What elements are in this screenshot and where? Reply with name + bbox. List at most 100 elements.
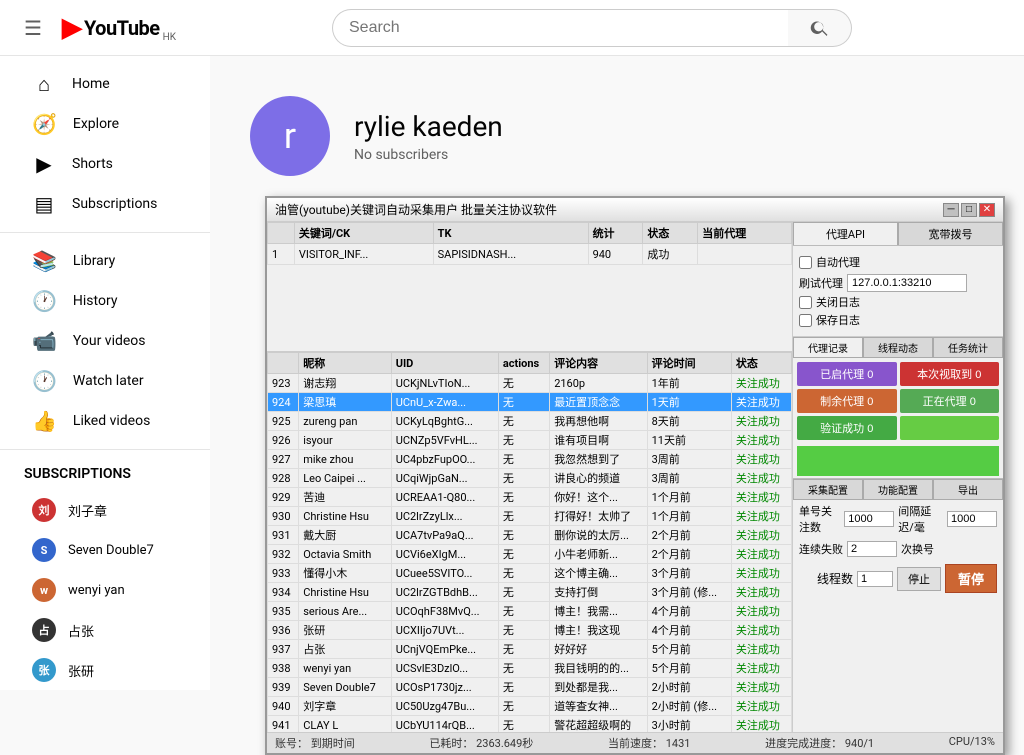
user-table-row[interactable]: 937 占张 UCnjVQEmPke... 无 好好好 5个月前 关注成功 [268,640,792,659]
user-num: 930 [268,507,299,526]
account-label: 账号： [275,737,308,750]
user-table-row[interactable]: 928 Leo Caipei ... UCqiWjpGaN... 无 讲良心的频… [268,469,792,488]
user-table-row[interactable]: 923 谢志翔 UCKjNLvTIoN... 无 2160p 1年前 关注成功 [268,374,792,393]
this-fetch-btn[interactable]: 本次视取到 0 [900,362,1000,386]
search-box [332,9,852,47]
sub-item-zhanzhang[interactable]: 占 占张 [8,610,202,650]
search-input[interactable] [332,9,788,47]
sidebar-item-shorts[interactable]: ▶ Shorts [8,144,202,184]
sidebar-item-library[interactable]: 📚 Library [8,241,202,281]
user-table-row[interactable]: 941 CLAY L UCbYU114rQB... 无 警花超超级啊的 3小时前… [268,716,792,733]
user-actions: 无 [498,431,549,450]
verify-success-btn[interactable]: 验证成功 0 [797,416,897,440]
account-field: 账号： 到期时间 [275,735,355,751]
user-status: 关注成功 [731,469,791,488]
used-proxy-btn[interactable]: 已启代理 0 [797,362,897,386]
tab-task-stats[interactable]: 任务统计 [933,337,1003,358]
kw-status: 成功 [643,244,698,265]
auto-proxy-checkbox[interactable] [799,256,812,269]
user-table-row[interactable]: 926 isyour UCNZp5VFvHL... 无 谁有项目啊 11天前 关… [268,431,792,450]
interval-input[interactable] [947,511,997,527]
user-actions: 无 [498,526,549,545]
sidebar-item-your-videos[interactable]: 📹 Your videos [8,321,202,361]
user-time: 2个月前 [647,545,731,564]
sub-item-liuzizhang[interactable]: 刘 刘子章 [8,490,202,530]
maximize-button[interactable]: □ [961,203,977,217]
user-table-row[interactable]: 931 戴大厨 UCA7tvPa9aQ... 无 删你说的太厉... 2个月前 … [268,526,792,545]
user-time: 1年前 [647,374,731,393]
search-button[interactable] [788,9,852,47]
sub-avatar-zhanzhang: 占 [32,618,56,642]
stop-proxy-btn[interactable]: 制余代理 0 [797,389,897,413]
kw-num: 1 [268,244,295,265]
tab-thread-dynamic[interactable]: 线程动态 [863,337,933,358]
close-log-checkbox[interactable] [799,296,812,309]
user-actions: 无 [498,545,549,564]
user-table-area[interactable]: 昵称 UID actions 评论内容 评论时间 状态 923 谢志翔 UCKj… [267,352,792,732]
sidebar-item-history[interactable]: 🕐 History [8,281,202,321]
user-status: 关注成功 [731,678,791,697]
yt-logo-icon: ▶ [62,13,82,43]
kw-table-row[interactable]: 1 VISITOR_INF... SAPISIDNASH... 940 成功 [268,244,792,265]
user-table-row[interactable]: 933 懂得小木 UCuee5SVITO... 无 这个博主确... 3个月前 … [268,564,792,583]
user-table-row[interactable]: 929 苦迪 UCREAA1-Q80... 无 你好！这个... 1个月前 关注… [268,488,792,507]
keyword-table-area[interactable]: 关键词/CK TK 统计 状态 当前代理 1 VISITOR_INF... SA… [267,222,792,352]
user-num: 936 [268,621,299,640]
tab-function-config[interactable]: 功能配置 [863,479,933,500]
user-comment: 小牛老师新... [550,545,647,564]
user-table-row[interactable]: 930 Christine Hsu UC2lrZzyLlx... 无 打得好！太… [268,507,792,526]
user-num: 925 [268,412,299,431]
sub-item-zhangyan[interactable]: 张 张研 [8,650,202,690]
user-uid: UCbYU114rQB... [391,716,498,733]
proxy-input[interactable] [847,274,967,292]
tab-export[interactable]: 导出 [933,479,1003,500]
user-table-row[interactable]: 935 serious Are... UCOqhF38MvQ... 无 博主！我… [268,602,792,621]
minimize-button[interactable]: ─ [943,203,959,217]
sidebar-item-watch-later[interactable]: 🕐 Watch later [8,361,202,401]
user-actions: 无 [498,564,549,583]
thread-input[interactable] [857,571,893,587]
user-comment: 支持打倒 [550,583,647,602]
user-table-row[interactable]: 925 zureng pan UCKyLqBghtG... 无 我再想他啊 8天… [268,412,792,431]
pause-button[interactable]: 暂停 [945,564,997,593]
tab-collect-config[interactable]: 采集配置 [793,479,863,500]
tab-proxy-api[interactable]: 代理API [793,222,898,245]
sidebar-item-liked-videos[interactable]: 👍 Liked videos [8,401,202,441]
tab-broadband[interactable]: 宽带拨号 [898,222,1003,245]
youtube-logo[interactable]: ▶ YouTube HK [62,13,176,43]
sidebar-item-home[interactable]: ⌂ Home [8,64,202,104]
sub-label-zhangyan: 张研 [68,661,94,680]
close-button[interactable]: ✕ [979,203,995,217]
sidebar-item-subscriptions[interactable]: ▤ Subscriptions [8,184,202,224]
fail-switch-row: 连续失败 次换号 [793,538,1003,560]
agent-record-tabs: 代理记录 线程动态 任务统计 [793,337,1003,358]
user-name: serious Are... [299,602,391,621]
user-uid: UCVi6eXIgM... [391,545,498,564]
user-table-row[interactable]: 934 Christine Hsu UC2lrZGTBdhB... 无 支持打倒… [268,583,792,602]
user-status: 关注成功 [731,583,791,602]
user-table-row[interactable]: 932 Octavia Smith UCVi6eXIgM... 无 小牛老师新.… [268,545,792,564]
sub-item-sevendouble7[interactable]: S Seven Double7 [8,530,202,570]
sidebar-item-explore[interactable]: 🧭 Explore [8,104,202,144]
active-proxy-btn[interactable]: 正在代理 0 [900,389,1000,413]
sidebar: ⌂ Home 🧭 Explore ▶ Shorts ▤ Subscription… [0,56,210,690]
user-name: wenyi yan [299,659,391,678]
single-follow-input[interactable] [844,511,894,527]
fail-switch-input[interactable] [847,541,897,557]
sub-avatar-liuzizhang: 刘 [32,498,56,522]
user-table-row[interactable]: 924 梁思瑱 UCnU_x-Zwa... 无 最近置顶念念 1天前 关注成功 [268,393,792,412]
user-uid: UCKjNLvTIoN... [391,374,498,393]
sub-item-wenyiyan[interactable]: w wenyi yan [8,570,202,610]
tab-agent-record[interactable]: 代理记录 [793,337,863,358]
user-table-row[interactable]: 939 Seven Double7 UCOsP1730jz... 无 到处都是我… [268,678,792,697]
user-table-row[interactable]: 940 刘字章 UC50Uzg47Bu... 无 道等查女神... 2小时前 (… [268,697,792,716]
user-table-row[interactable]: 936 张研 UCXIIjo7UVt... 无 博主！我这现 4个月前 关注成功 [268,621,792,640]
user-comment: 我再想他啊 [550,412,647,431]
user-name: 苦迪 [299,488,391,507]
hamburger-icon[interactable]: ☰ [16,8,50,48]
stop-button[interactable]: 停止 [897,567,941,591]
save-log-checkbox[interactable] [799,314,812,327]
user-comment: 谁有项目啊 [550,431,647,450]
user-table-row[interactable]: 927 mike zhou UC4pbzFupOO... 无 我忽然想到了 3周… [268,450,792,469]
user-table-row[interactable]: 938 wenyi yan UCSvlE3DzlO... 无 我目钱明的的...… [268,659,792,678]
